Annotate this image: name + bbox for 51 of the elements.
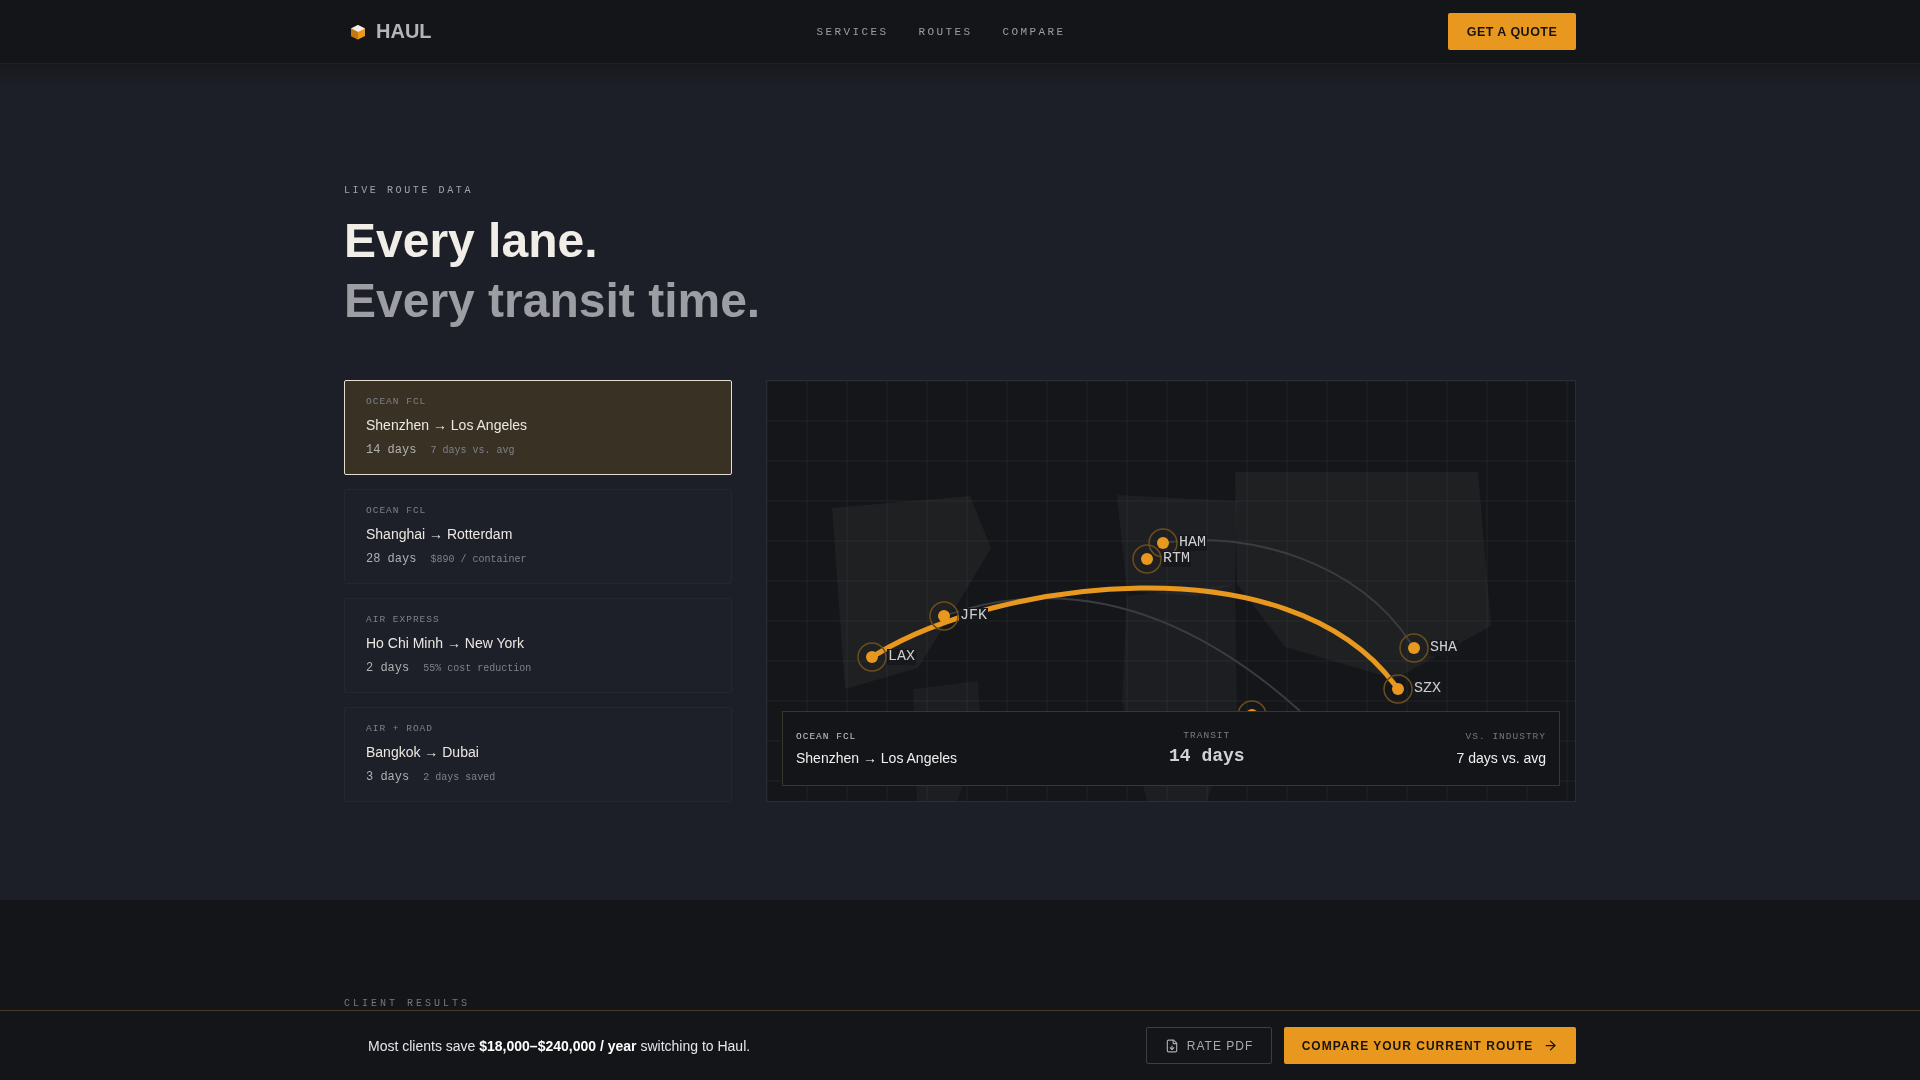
- route-name: Shanghai → Rotterdam: [366, 525, 513, 543]
- shipping-mode: OCEAN FCL: [366, 396, 427, 408]
- nav-link[interactable]: ROUTES: [918, 25, 973, 38]
- box-icon: [350, 23, 366, 40]
- port-marker-icon: [1132, 544, 1162, 574]
- port-code: SHA: [1429, 640, 1458, 656]
- route-name: Bangkok → Dubai: [366, 743, 479, 761]
- route-note: 7 days vs. avg: [430, 444, 515, 458]
- transit-time: 2 days: [366, 660, 410, 676]
- transit-time: 3 days: [366, 769, 410, 785]
- summary-transit: 14 days: [1169, 745, 1245, 767]
- port-code: JFK: [959, 608, 988, 624]
- get-quote-button[interactable]: GET A QUOTE: [1448, 13, 1576, 50]
- transit-time: 14 days: [366, 442, 417, 458]
- section-eyebrow: CLIENT RESULTS: [344, 998, 470, 1009]
- transit-label: TRANSIT: [1183, 730, 1231, 742]
- port-marker-icon: [929, 601, 959, 631]
- summary-route: Shenzhen → Los Angeles: [796, 748, 958, 767]
- hero-heading: Every lane.: [344, 213, 598, 269]
- hero-heading: Every transit time.: [344, 273, 761, 329]
- route-card[interactable]: OCEAN FCL Shenzhen → Los Angeles 14 days 7 days vs. avg: [344, 380, 732, 475]
- route-card[interactable]: AIR + ROAD Bangkok → Dubai 3 days 2 days saved: [344, 707, 732, 802]
- nav-link[interactable]: COMPARE: [1002, 25, 1066, 38]
- compare-label: VS. INDUSTRY: [1465, 730, 1546, 743]
- port-marker-icon: [1399, 633, 1429, 663]
- route-name: Ho Chi Minh → New York: [366, 634, 524, 652]
- file-download-icon: [1164, 1038, 1179, 1053]
- brand-name: HAUL: [376, 20, 432, 43]
- route-note: $890 / container: [430, 553, 527, 567]
- port-code: LAX: [887, 649, 916, 665]
- route-name: Shenzhen → Los Angeles: [366, 416, 528, 434]
- rate-pdf-button[interactable]: RATE PDF: [1146, 1027, 1272, 1064]
- transit-time: 28 days: [366, 551, 417, 567]
- route-note: 2 days saved: [423, 771, 496, 785]
- summary-mode: OCEAN FCL: [796, 730, 857, 743]
- port-marker-icon: [857, 642, 887, 672]
- summary-compare: 7 days vs. avg: [1456, 748, 1546, 767]
- compare-route-button[interactable]: COMPARE YOUR CURRENT ROUTE: [1284, 1027, 1576, 1064]
- port-code: RTM: [1162, 551, 1191, 567]
- savings-message: Most clients save $18,000–$240,000 / year switching to Haul.: [368, 1037, 751, 1054]
- shipping-mode: AIR + ROAD: [366, 723, 433, 735]
- port-marker-icon: [1383, 674, 1413, 704]
- shipping-mode: OCEAN FCL: [366, 505, 427, 517]
- route-note: 55% cost reduction: [423, 662, 532, 676]
- arrow-right-icon: [1543, 1038, 1559, 1053]
- port-code: HAM: [1178, 535, 1207, 551]
- nav-link[interactable]: SERVICES: [816, 25, 889, 38]
- section-eyebrow: LIVE ROUTE DATA: [344, 184, 473, 198]
- route-card[interactable]: OCEAN FCL Shanghai → Rotterdam 28 days $890 / container: [344, 489, 732, 584]
- route-card[interactable]: AIR EXPRESS Ho Chi Minh → New York 2 days 55% cost reduction: [344, 598, 732, 693]
- shipping-mode: AIR EXPRESS: [366, 614, 440, 626]
